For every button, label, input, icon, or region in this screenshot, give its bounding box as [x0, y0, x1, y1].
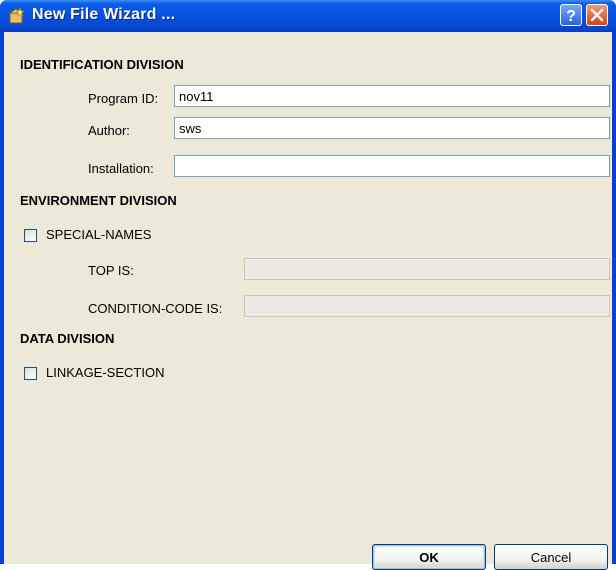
dialog-body: IDENTIFICATION DIVISION Program ID: Auth… — [4, 32, 612, 570]
title-bar[interactable]: New File Wizard ... ? — [0, 0, 616, 32]
data-division-heading: DATA DIVISION — [20, 331, 115, 346]
identification-heading: IDENTIFICATION DIVISION — [20, 57, 184, 72]
linkage-section-label: LINKAGE-SECTION — [46, 365, 165, 380]
special-names-label: SPECIAL-NAMES — [46, 227, 152, 242]
ok-button[interactable]: OK — [372, 544, 486, 570]
svg-text:?: ? — [566, 8, 576, 25]
cancel-button[interactable]: Cancel — [494, 544, 608, 570]
wizard-icon — [8, 7, 26, 25]
author-label: Author: — [88, 123, 130, 138]
linkage-section-checkbox[interactable] — [24, 367, 37, 380]
condition-code-label: CONDITION-CODE IS: — [88, 301, 223, 316]
top-is-label: TOP IS: — [88, 263, 134, 278]
program-id-input[interactable] — [174, 85, 610, 107]
new-file-wizard-window: New File Wizard ... ? IDENTIFICATION DIV… — [0, 0, 616, 570]
close-button[interactable] — [586, 4, 608, 26]
installation-label: Installation: — [88, 161, 154, 176]
window-title: New File Wizard ... — [32, 6, 176, 23]
help-button[interactable]: ? — [560, 4, 582, 26]
environment-heading: ENVIRONMENT DIVISION — [20, 193, 177, 208]
condition-code-input[interactable] — [244, 295, 610, 317]
program-id-label: Program ID: — [88, 91, 159, 106]
special-names-checkbox[interactable] — [24, 229, 37, 242]
help-icon: ? — [566, 8, 576, 25]
author-input[interactable] — [174, 117, 610, 139]
close-icon — [590, 8, 604, 22]
top-is-input[interactable] — [244, 258, 610, 280]
installation-input[interactable] — [174, 155, 610, 177]
